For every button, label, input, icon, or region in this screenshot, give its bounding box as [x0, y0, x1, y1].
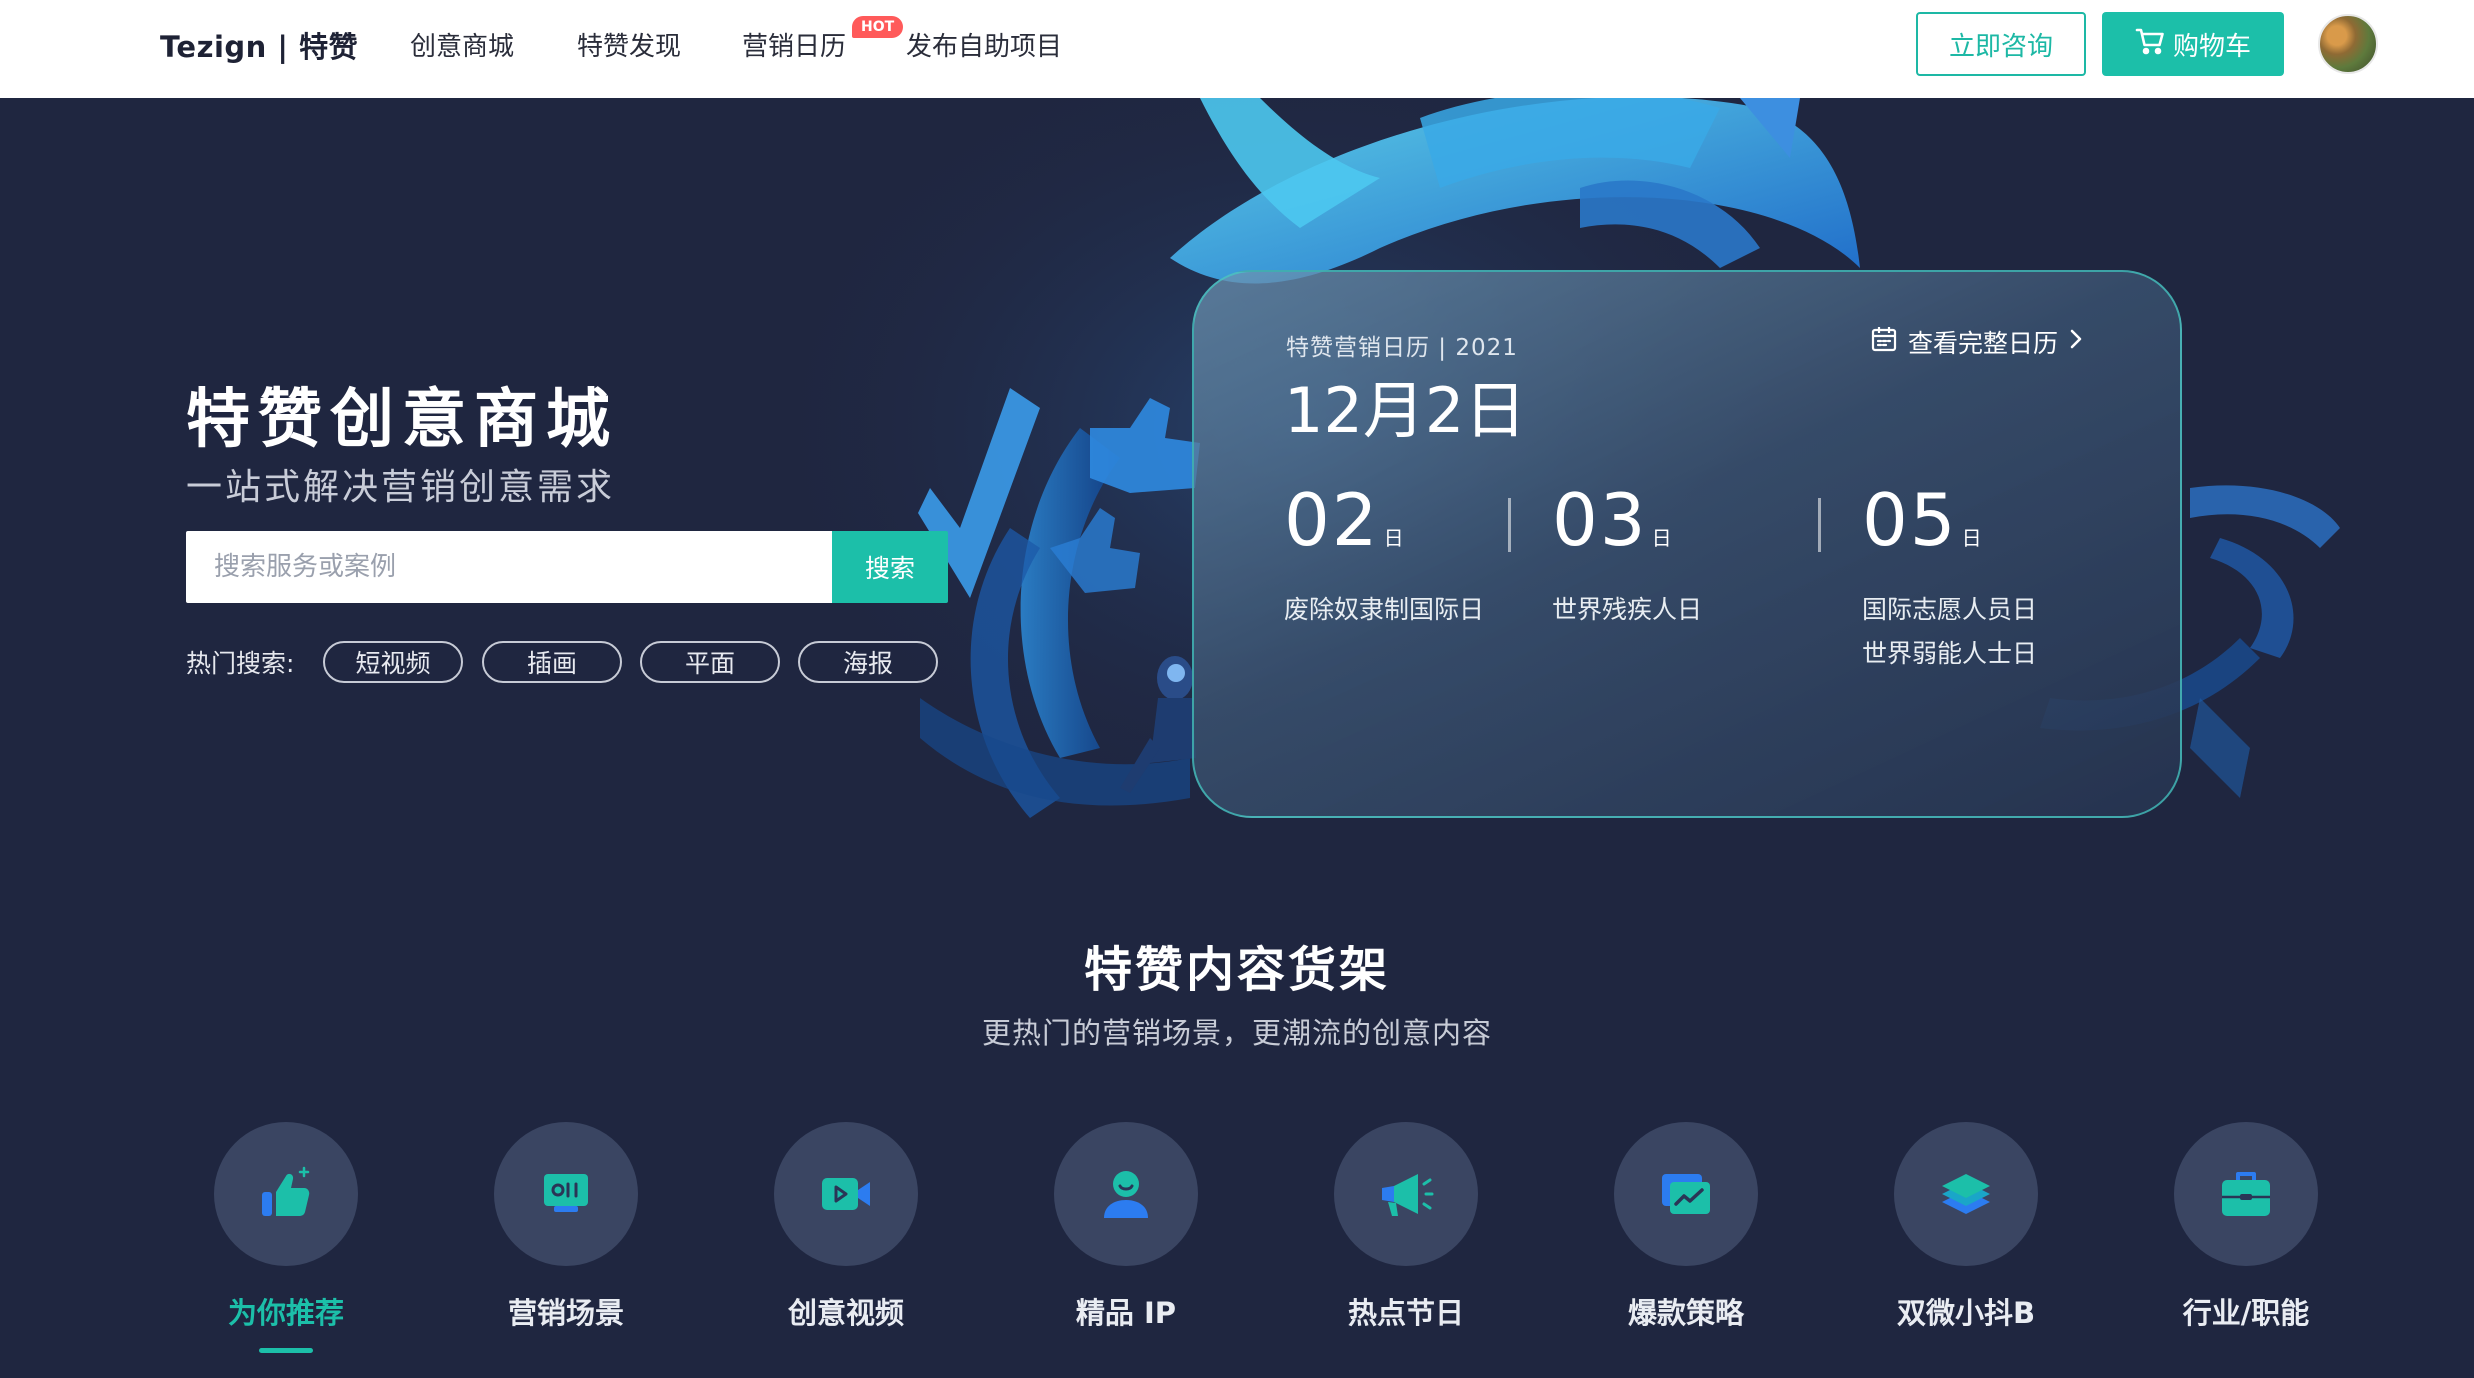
- hero-title: 特赞创意商城: [186, 383, 618, 457]
- search-input[interactable]: [186, 531, 832, 603]
- calendar-day-03: 03 日: [1552, 478, 1672, 562]
- category-creative-video[interactable]: 创意视频: [746, 1122, 946, 1332]
- marketing-calendar-card: 特赞营销日历 | 2021 12月2日 查看完整日历 02 日 03 日 05 日: [1192, 270, 2182, 818]
- trend-chart-icon: [1662, 1174, 1710, 1214]
- category-viral-strategy[interactable]: 爆款策略: [1586, 1122, 1786, 1332]
- calendar-divider: [1508, 498, 1511, 552]
- section-subtitle: 更热门的营销场景，更潮流的创意内容: [981, 1016, 1492, 1050]
- calendar-day-02: 02 日: [1284, 478, 1404, 562]
- category-icon-circle: [214, 1122, 358, 1266]
- category-label: 精品 IP: [1075, 1296, 1177, 1330]
- nav-item-creative-mall[interactable]: 创意商城: [410, 26, 514, 63]
- category-industry-function[interactable]: 行业/职能: [2146, 1122, 2346, 1332]
- calendar-day-number: 02: [1284, 478, 1380, 562]
- calendar-header: 特赞营销日历 | 2021: [1286, 335, 1518, 361]
- category-label: 爆款策略: [1627, 1296, 1744, 1330]
- cart-icon: [2135, 27, 2165, 62]
- nav-item-marketing-calendar[interactable]: 营销日历: [742, 26, 846, 63]
- layers-icon: [1942, 1174, 1990, 1214]
- category-icon-circle: [1894, 1122, 2038, 1266]
- search-button[interactable]: 搜索: [832, 531, 948, 603]
- hot-tag-illustration[interactable]: 插画: [482, 641, 622, 683]
- category-icon-circle: [1054, 1122, 1198, 1266]
- calendar-day-05: 05 日: [1862, 478, 1982, 562]
- person-icon: [1104, 1171, 1148, 1218]
- nav-item-discover[interactable]: 特赞发现: [577, 26, 681, 63]
- calendar-divider: [1818, 498, 1821, 552]
- calendar-event: 国际志愿人员日: [1862, 595, 2038, 624]
- screen-icon: [544, 1174, 588, 1212]
- view-full-calendar-link[interactable]: 查看完整日历: [1870, 324, 2084, 360]
- calendar-event: 世界弱能人士日: [1862, 639, 2038, 668]
- category-icon-circle: [1334, 1122, 1478, 1266]
- calendar-day-number: 05: [1862, 478, 1958, 562]
- category-label: 热点节日: [1347, 1296, 1464, 1330]
- category-social-platforms[interactable]: 双微小抖B: [1866, 1122, 2066, 1332]
- active-category-indicator: [259, 1348, 313, 1353]
- briefcase-icon: [2222, 1172, 2270, 1216]
- hot-tag-short-video[interactable]: 短视频: [323, 641, 463, 683]
- calendar-day-unit: 日: [1961, 526, 1982, 550]
- view-full-calendar-label: 查看完整日历: [1907, 329, 2058, 358]
- cart-button[interactable]: 购物车: [2102, 12, 2284, 76]
- category-icon-circle: [774, 1122, 918, 1266]
- category-icon-circle: [1614, 1122, 1758, 1266]
- calendar-day-number: 03: [1552, 478, 1648, 562]
- category-label: 行业/职能: [2182, 1296, 2310, 1330]
- category-premium-ip[interactable]: 精品 IP: [1026, 1122, 1226, 1332]
- calendar-date: 12月2日: [1284, 374, 1527, 447]
- calendar-day-unit: 日: [1651, 526, 1672, 550]
- thumbs-up-icon: [262, 1166, 310, 1216]
- calendar-day-unit: 日: [1383, 526, 1404, 550]
- hero-banner: 特赞创意商城 一站式解决营销创意需求 搜索 热门搜索: 短视频 插画 平面 海报…: [0, 98, 2474, 858]
- category-icon-circle: [2174, 1122, 2318, 1266]
- search-bar: 搜索: [186, 531, 948, 603]
- category-recommended[interactable]: 为你推荐: [186, 1122, 386, 1332]
- calendar-event: 废除奴隶制国际日: [1284, 595, 1485, 624]
- category-hot-festivals[interactable]: 热点节日: [1306, 1122, 1506, 1332]
- category-label: 创意视频: [787, 1296, 904, 1330]
- category-label: 为你推荐: [227, 1296, 344, 1330]
- video-camera-icon: [822, 1178, 870, 1210]
- megaphone-icon: [1382, 1174, 1434, 1216]
- hot-tag-graphic[interactable]: 平面: [640, 641, 780, 683]
- category-marketing-scene[interactable]: 营销场景: [466, 1122, 666, 1332]
- consult-button[interactable]: 立即咨询: [1916, 12, 2086, 76]
- category-icon-circle: [494, 1122, 638, 1266]
- calendar-icon: [1870, 325, 1898, 359]
- hot-search-label: 热门搜索:: [186, 649, 295, 678]
- hero-subtitle: 一站式解决营销创意需求: [186, 467, 616, 508]
- category-label: 双微小抖B: [1896, 1296, 2036, 1330]
- top-navigation-bar: Tezign | 特赞 创意商城 特赞发现 营销日历 HOT 发布自助项目 立即…: [0, 0, 2474, 98]
- user-avatar[interactable]: [2318, 14, 2378, 74]
- hot-tag-poster[interactable]: 海报: [798, 641, 938, 683]
- cart-label: 购物车: [2172, 31, 2251, 62]
- chevron-right-icon: [2068, 327, 2084, 357]
- nav-item-publish-project[interactable]: 发布自助项目: [906, 26, 1062, 63]
- brand-logo[interactable]: Tezign | 特赞: [160, 24, 358, 66]
- hot-badge: HOT: [852, 16, 904, 38]
- calendar-event: 世界残疾人日: [1552, 595, 1703, 624]
- category-label: 营销场景: [507, 1296, 624, 1330]
- section-title: 特赞内容货架: [1083, 942, 1390, 998]
